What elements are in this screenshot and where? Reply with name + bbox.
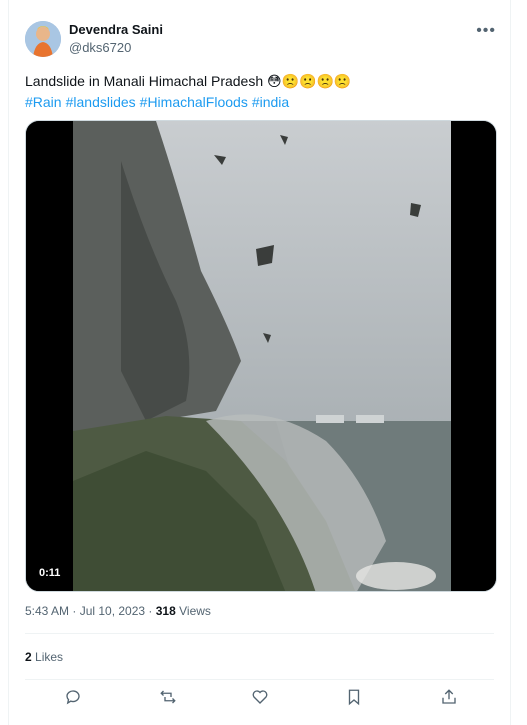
timestamp[interactable]: 5:43 AM · Jul 10, 2023 [25,604,145,618]
hashtag-link[interactable]: #india [252,94,289,110]
share-icon[interactable] [440,688,462,710]
video-frame [26,121,496,591]
avatar[interactable] [25,21,61,57]
likes-summary[interactable]: 2 Likes [25,650,63,664]
more-options-icon[interactable]: ••• [476,22,496,40]
likes-count: 2 [25,650,32,664]
divider [25,633,494,634]
tweet-text: Landslide in Manali Himachal Pradesh 😳🙁🙁… [25,71,495,92]
video-duration: 0:11 [34,565,66,581]
action-bar [9,686,510,712]
author-handle[interactable]: @dks6720 [69,40,131,55]
hashtag-link[interactable]: #HimachalFloods [140,94,248,110]
like-icon[interactable] [251,688,273,710]
views-label: Views [179,604,211,618]
hashtag-link[interactable]: #landslides [66,94,136,110]
hashtag-list: #Rain #landslides #HimachalFloods #india [25,92,293,113]
tweet-emojis: 😳🙁🙁🙁🙁 [267,73,352,89]
retweet-icon[interactable] [159,688,181,710]
bookmark-icon[interactable] [345,688,367,710]
divider [25,679,494,680]
reply-icon[interactable] [64,688,86,710]
tweet-meta: 5:43 AM · Jul 10, 2023 · 318 Views [25,604,211,618]
video-player[interactable]: 0:11 [25,120,497,592]
hashtag-link[interactable]: #Rain [25,94,62,110]
tweet-card: Devendra Saini @dks6720 ••• Landslide in… [8,0,511,725]
likes-label: Likes [35,650,64,664]
author-name[interactable]: Devendra Saini [69,22,163,37]
tweet-text-body: Landslide in Manali Himachal Pradesh [25,73,264,89]
views-count: 318 [155,604,176,618]
